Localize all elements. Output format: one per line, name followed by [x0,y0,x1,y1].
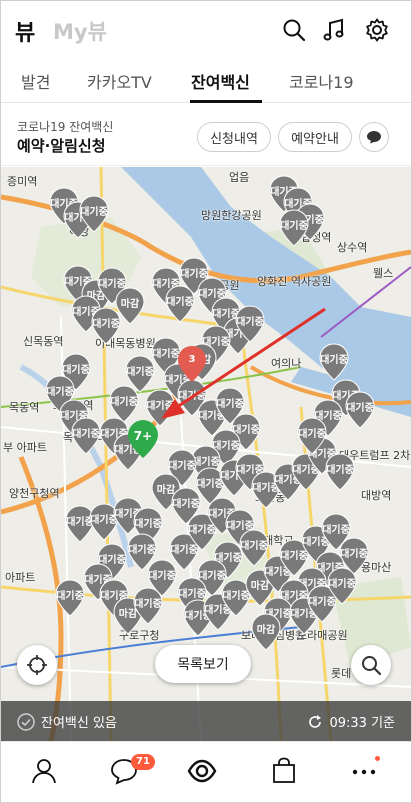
map-search-button[interactable] [351,645,391,685]
tab-covid19[interactable]: 코로나19 [289,69,354,93]
chat-badge: 71 [131,754,155,770]
vaccine-subheader: 코로나19 잔여백신 예약·알림신청 신청내역 예약안내 [1,104,411,166]
vaccine-status-bar: 잔여백신 있음 09:33 기준 [1,701,411,741]
notification-dot [375,756,380,761]
status-timestamp: 09:33 기준 [329,716,395,731]
check-circle-icon [17,712,35,731]
search-icon [362,656,382,676]
chat-bubble-icon [367,131,381,144]
history-button[interactable]: 신청내역 [197,122,271,152]
tab-bar: 발견 카카오TV 잔여백신 코로나19 [1,57,411,103]
vaccine-map[interactable]: 증미역 업음 망원한강공원 이쌍 합정역 상수역 웰스 선유도공원 양화진 역사… [1,167,411,741]
tab-leftover-vaccine[interactable]: 잔여백신 [191,69,250,93]
list-view-button[interactable]: 목록보기 [155,645,251,683]
active-tab-indicator [190,100,262,103]
section-title: 예약·알림신청 [17,137,106,155]
brand-view[interactable]: 뷰 [15,15,35,47]
status-right[interactable]: 09:33 기준 [307,712,395,731]
music-icon[interactable] [321,17,347,43]
view-icon[interactable] [187,756,217,786]
search-icon[interactable] [281,17,307,43]
guide-button[interactable]: 예약안내 [278,122,352,152]
profile-icon[interactable] [29,756,59,786]
top-bar: 뷰 My뷰 [1,1,411,57]
gear-icon[interactable] [364,17,390,43]
crosshair-icon [27,655,47,675]
cluster-pin-green[interactable]: 7+ [127,419,159,459]
brand-my-view[interactable]: My뷰 [53,16,107,46]
tab-kakaotv[interactable]: 카카오TV [87,69,152,93]
app-frame: 뷰 My뷰 발견 카카오TV 잔여백신 코로나19 코로나19 잔여백신 예약·… [0,0,412,803]
more-icon[interactable] [349,756,379,786]
cluster-count: 7+ [133,429,153,443]
my-location-button[interactable] [17,645,57,685]
chat-button[interactable] [359,122,389,152]
tab-discover[interactable]: 발견 [21,69,50,93]
status-filter-label: 잔여백신 있음 [41,716,117,731]
shopping-bag-icon[interactable] [269,756,299,786]
bottom-nav: 71 [1,741,411,802]
status-left[interactable]: 잔여백신 있음 [17,712,117,731]
refresh-icon [309,714,322,728]
section-caption: 코로나19 잔여백신 [17,120,114,134]
